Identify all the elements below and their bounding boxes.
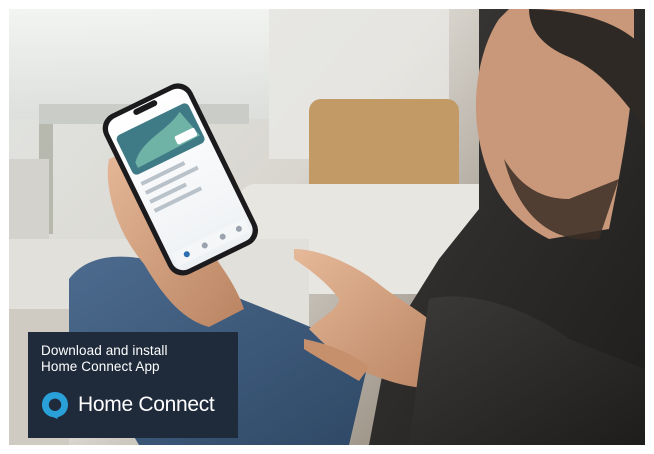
promo-line-2: Home Connect App: [41, 359, 160, 374]
home-connect-brand: Home Connect: [40, 390, 215, 420]
brand-name: Home Connect: [78, 393, 215, 416]
promo-line-1: Download and install: [41, 343, 168, 358]
app-promo-banner[interactable]: Download and install Home Connect App Ho…: [28, 332, 238, 438]
home-connect-logo-icon: [42, 392, 68, 419]
